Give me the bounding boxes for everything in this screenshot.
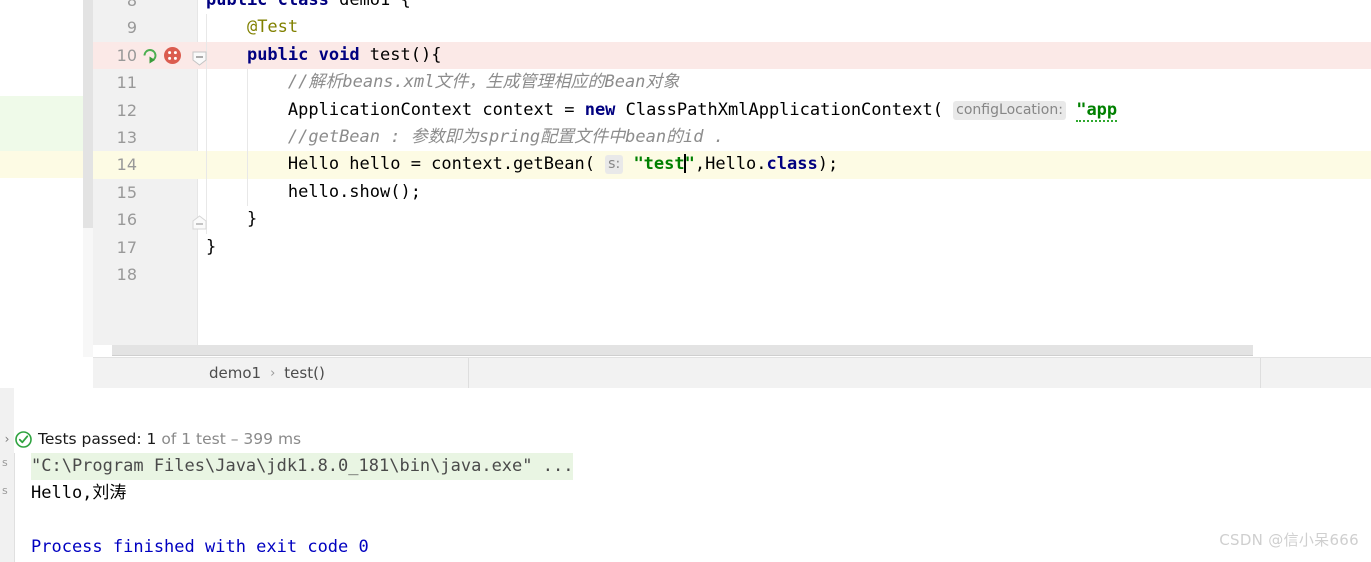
expand-tree-icon[interactable]: › bbox=[0, 432, 14, 446]
console-line: Hello,刘涛 bbox=[31, 483, 127, 503]
line-number: 17 bbox=[116, 237, 137, 257]
code-token-string-error: "app bbox=[1076, 99, 1118, 122]
code-text[interactable]: public class demo1 { bbox=[206, 0, 411, 14]
code-token: ); bbox=[817, 154, 839, 175]
code-token: class bbox=[766, 154, 818, 175]
code-line[interactable]: 14 Hello hello = context.getBean( s: "te… bbox=[93, 151, 1371, 179]
code-line[interactable]: 16 } bbox=[93, 206, 1371, 234]
line-number: 14 bbox=[116, 155, 137, 175]
code-token: demo1 bbox=[339, 0, 401, 10]
code-text[interactable]: } bbox=[206, 206, 257, 233]
code-token: //getBean : 参数即为spring配置文件中bean的id . bbox=[287, 127, 724, 147]
code-token: ,Hello. bbox=[694, 154, 767, 175]
breadcrumb-item-class[interactable]: demo1 bbox=[209, 364, 261, 382]
code-text[interactable]: public void test(){ bbox=[206, 42, 442, 69]
left-split-editor-pane[interactable] bbox=[0, 0, 83, 373]
editor-horizontal-scrollbar-thumb[interactable] bbox=[112, 345, 1253, 356]
left-pane-green-highlight bbox=[0, 96, 83, 151]
parameter-hint-chip: s: bbox=[605, 155, 624, 175]
code-token: class bbox=[277, 0, 340, 10]
breadcrumb-divider-right bbox=[1260, 358, 1261, 388]
code-token: @Test bbox=[246, 17, 299, 38]
code-line[interactable]: 12 ApplicationContext context = new Clas… bbox=[93, 96, 1371, 124]
breadcrumb-item-method[interactable]: test() bbox=[284, 364, 325, 382]
line-number: 18 bbox=[116, 265, 137, 284]
line-number: 10 bbox=[116, 45, 137, 65]
parameter-hint-chip: configLocation: bbox=[953, 100, 1066, 120]
breadcrumb[interactable]: demo1 › test() bbox=[93, 357, 1371, 389]
fold-collapse-icon[interactable] bbox=[192, 48, 207, 66]
code-line[interactable]: 8 public class demo1 { bbox=[93, 0, 1371, 14]
tests-duration-label: of 1 test – 399 ms bbox=[161, 430, 302, 448]
side-strip-letter-1: s bbox=[2, 456, 8, 469]
code-token: } bbox=[246, 209, 258, 230]
code-text[interactable]: @Test bbox=[206, 14, 298, 41]
breadcrumb-divider bbox=[468, 358, 469, 388]
code-token: { bbox=[400, 0, 411, 10]
run-tool-window[interactable]: s s › Tests passed: 1 of 1 test – 399 ms… bbox=[0, 388, 1371, 562]
code-line[interactable]: 9 @Test bbox=[93, 14, 1371, 42]
run-arrow-icon[interactable] bbox=[141, 46, 160, 65]
code-token: test(){ bbox=[369, 44, 442, 65]
code-lines-container[interactable]: 8 public class demo1 {9 @Test 10 public vo… bbox=[93, 0, 1371, 345]
line-number: 15 bbox=[116, 182, 137, 202]
line-number: 13 bbox=[116, 128, 137, 147]
test-passed-check-icon bbox=[15, 430, 32, 448]
line-number: 12 bbox=[116, 100, 137, 120]
code-token: public bbox=[246, 44, 319, 65]
code-text[interactable]: Hello hello = context.getBean( s: "test"… bbox=[206, 151, 838, 178]
line-number: 11 bbox=[116, 73, 137, 93]
code-line[interactable]: 17} bbox=[93, 234, 1371, 261]
line-number: 9 bbox=[126, 18, 137, 38]
code-token: "test bbox=[633, 154, 685, 175]
code-token: ApplicationContext context = bbox=[287, 99, 585, 120]
console-line: Process finished with exit code 0 bbox=[31, 537, 369, 557]
tests-passed-label: Tests passed: 1 bbox=[38, 430, 157, 448]
code-text[interactable]: } bbox=[206, 234, 216, 261]
code-line[interactable]: 13 //getBean : 参数即为spring配置文件中bean的id . bbox=[93, 124, 1371, 152]
line-number: 8 bbox=[126, 0, 137, 10]
fold-collapse-end-icon[interactable] bbox=[192, 212, 207, 230]
ide-screenshot-root: 8 public class demo1 {9 @Test 10 public vo… bbox=[0, 0, 1371, 562]
code-token: " bbox=[684, 154, 695, 175]
run-toolwindow-side-strip[interactable]: s s bbox=[0, 388, 14, 562]
breadcrumb-left-filler bbox=[0, 357, 93, 387]
code-line[interactable]: 18 bbox=[93, 261, 1371, 288]
console-output[interactable]: "C:\Program Files\Java\jdk1.8.0_181\bin\… bbox=[14, 453, 1371, 562]
code-token: Hello hello = context.getBean( bbox=[287, 154, 606, 175]
code-line[interactable]: 11 //解析beans.xml文件，生成管理相应的Bean对象 bbox=[93, 69, 1371, 97]
code-token: } bbox=[206, 236, 217, 257]
code-token: //解析beans.xml文件，生成管理相应的Bean对象 bbox=[287, 72, 680, 93]
code-token: hello.show(); bbox=[287, 181, 421, 202]
breadcrumb-separator-icon: › bbox=[270, 365, 276, 381]
code-token: ClassPathXmlApplicationContext( bbox=[625, 99, 954, 120]
code-line[interactable]: 10 public void test(){ bbox=[93, 41, 1371, 70]
left-pane-yellow-highlight bbox=[0, 151, 83, 178]
test-status-bar: › Tests passed: 1 of 1 test – 399 ms bbox=[0, 425, 1371, 453]
code-text[interactable]: //getBean : 参数即为spring配置文件中bean的id . bbox=[206, 124, 724, 151]
code-token: public bbox=[206, 0, 278, 10]
watermark-text: CSDN @信小呆666 bbox=[1219, 531, 1359, 549]
code-text[interactable]: ApplicationContext context = new ClassPa… bbox=[206, 97, 1118, 124]
code-text[interactable]: //解析beans.xml文件，生成管理相应的Bean对象 bbox=[206, 69, 680, 96]
code-line[interactable]: 15 hello.show(); bbox=[93, 178, 1371, 207]
code-token: new bbox=[584, 99, 626, 120]
code-text[interactable]: hello.show(); bbox=[206, 179, 421, 206]
code-editor[interactable]: 8 public class demo1 {9 @Test 10 public vo… bbox=[93, 0, 1371, 345]
line-number: 16 bbox=[116, 210, 137, 230]
code-token: void bbox=[318, 44, 370, 65]
side-strip-letter-2: s bbox=[2, 484, 8, 497]
breakpoint-icon[interactable] bbox=[163, 46, 182, 65]
console-line: "C:\Program Files\Java\jdk1.8.0_181\bin\… bbox=[31, 453, 574, 480]
